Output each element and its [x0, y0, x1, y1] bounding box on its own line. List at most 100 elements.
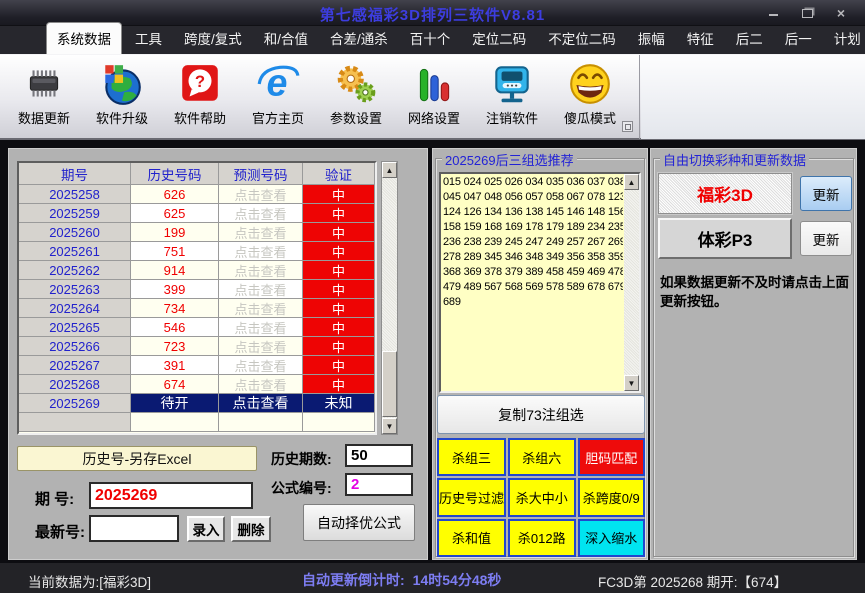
fc3d-update-button[interactable]: 更新	[800, 176, 852, 211]
predict-cell[interactable]: 点击查看	[219, 356, 303, 375]
table-row: 2025263 399 点击查看中	[19, 280, 375, 299]
scroll-up-icon[interactable]: ▲	[624, 174, 639, 190]
formula-number-input[interactable]: 2	[345, 473, 413, 496]
tab-8[interactable]: 振幅	[627, 23, 676, 54]
scroll-thumb[interactable]	[382, 351, 397, 417]
fc3d-button[interactable]: 福彩3D	[657, 172, 793, 215]
history-count-input[interactable]: 50	[345, 444, 413, 467]
countdown-value: 14时54分48秒	[412, 572, 502, 588]
empty-cell	[131, 413, 219, 432]
table-row: 2025267 391 点击查看中	[19, 356, 375, 375]
kill-span-button[interactable]: 杀跨度0/9	[577, 478, 645, 517]
predict-cell[interactable]: 点击查看	[219, 242, 303, 261]
history-panel: 期号 历史号码 预测号码 验证 2025258 626 点击查看中 2025259 625 点击查…	[8, 148, 428, 560]
kill-sum-button[interactable]: 杀和值	[437, 518, 507, 557]
column-header: 预测号码	[219, 163, 303, 185]
toolbar-button-label: 数据更新	[17, 111, 70, 126]
period-cell: 2025258	[19, 185, 131, 204]
verify-cell: 中	[303, 337, 375, 356]
verify-cell: 未知	[303, 394, 375, 413]
kill-size-button[interactable]: 杀大中小	[508, 478, 576, 517]
latest-number-input[interactable]	[89, 515, 179, 542]
kill-group3-button[interactable]: 杀组三	[437, 438, 507, 477]
textarea-scrollbar[interactable]: ▲ ▼	[624, 174, 639, 391]
toolbar-button-logout-software[interactable]: 注销软件	[476, 61, 548, 127]
predict-cell[interactable]: 点击查看	[219, 318, 303, 337]
scroll-up-icon[interactable]: ▲	[382, 162, 397, 178]
kill-012-button[interactable]: 杀012路	[508, 518, 576, 557]
tab-1[interactable]: 工具	[124, 23, 173, 54]
period-cell: 2025259	[19, 204, 131, 223]
copy-groups-button[interactable]: 复制73注组选	[437, 395, 645, 434]
history-number-cell: 751	[131, 242, 219, 261]
toolbar-button-network-settings[interactable]: 网络设置	[398, 61, 470, 127]
table-row: 2025259 625 点击查看中	[19, 204, 375, 223]
tab-6[interactable]: 定位二码	[461, 23, 537, 54]
dan-match-button[interactable]: 胆码匹配	[577, 438, 645, 477]
toolbar-button-software-help[interactable]: ? 软件帮助	[164, 61, 236, 127]
recommend-textarea[interactable]: 015 024 025 026 034 035 036 037 038 045 …	[439, 172, 641, 393]
smiley-icon	[567, 61, 613, 107]
tab-10[interactable]: 后二	[725, 23, 774, 54]
tab-4[interactable]: 合差/通杀	[319, 23, 399, 54]
toolbar-button-official-home[interactable]: e 官方主页	[242, 61, 314, 127]
auto-formula-button[interactable]: 自动择优公式	[303, 504, 415, 541]
tab-12[interactable]: 计划	[823, 23, 865, 54]
tab-3[interactable]: 和/合值	[253, 23, 319, 54]
p3-button[interactable]: 体彩P3	[658, 218, 792, 259]
recommend-numbers: 015 024 025 026 034 035 036 037 038 045 …	[443, 176, 623, 308]
toolbar-extra-area	[641, 55, 865, 139]
status-bar: 当前数据为:[福彩3D] 自动更新倒计时: 14时54分48秒 FC3D第 202…	[0, 563, 865, 593]
table-row: 2025264 734 点击查看中	[19, 299, 375, 318]
verify-cell: 中	[303, 223, 375, 242]
empty-cell	[219, 413, 303, 432]
ie-browser-icon: e	[255, 61, 301, 107]
toolbar-button-param-settings[interactable]: 参数设置	[320, 61, 392, 127]
predict-cell[interactable]: 点击查看	[219, 223, 303, 242]
period-input[interactable]: 2025269	[89, 482, 253, 509]
table-scrollbar[interactable]: ▲ ▼	[381, 161, 398, 435]
scroll-down-icon[interactable]: ▼	[624, 375, 639, 391]
export-excel-button[interactable]: 历史号-另存Excel	[17, 446, 257, 471]
p3-update-button[interactable]: 更新	[800, 221, 852, 256]
table-row: 2025265 546 点击查看中	[19, 318, 375, 337]
delete-button[interactable]: 删除	[231, 516, 271, 542]
tab-2[interactable]: 跨度/复式	[173, 23, 253, 54]
table-row-empty	[19, 413, 375, 432]
kill-group6-button[interactable]: 杀组六	[508, 438, 576, 477]
toolbar-button-software-upgrade[interactable]: 软件升级	[86, 61, 158, 127]
enter-button[interactable]: 录入	[187, 516, 225, 542]
predict-cell[interactable]: 点击查看	[219, 299, 303, 318]
close-icon[interactable]: ×	[831, 5, 851, 21]
tab-9[interactable]: 特征	[676, 23, 725, 54]
tab-0[interactable]: 系统数据	[46, 22, 122, 54]
predict-cell[interactable]: 点击查看	[219, 337, 303, 356]
tab-5[interactable]: 百十个	[399, 23, 462, 54]
predict-cell[interactable]: 点击查看	[219, 204, 303, 223]
toolbar-button-fool-mode[interactable]: 傻瓜模式	[554, 61, 626, 127]
predict-cell[interactable]: 点击查看	[219, 375, 303, 394]
history-count-label: 历史期数:	[271, 451, 332, 467]
scroll-down-icon[interactable]: ▼	[382, 418, 397, 434]
app-window: 第七感福彩3D排列三软件V8.81 × 系统数据 工具 跨度/复式 和/合值 合差/通杀…	[0, 0, 865, 593]
bars-icon	[411, 61, 457, 107]
toolbar-button-data-update[interactable]: 数据更新	[8, 61, 80, 127]
restore-icon[interactable]	[797, 5, 817, 21]
toolbar-launcher-icon[interactable]	[622, 121, 633, 132]
predict-cell[interactable]: 点击查看	[219, 261, 303, 280]
column-header: 期号	[19, 163, 131, 185]
help-bubble-icon: ?	[177, 61, 223, 107]
tab-7[interactable]: 不定位二码	[537, 23, 627, 54]
history-filter-button[interactable]: 历史号过滤	[437, 478, 507, 517]
period-cell: 2025266	[19, 337, 131, 356]
minimize-icon[interactable]	[763, 5, 783, 21]
column-header: 历史号码	[131, 163, 219, 185]
gears-icon	[333, 61, 379, 107]
period-cell: 2025263	[19, 280, 131, 299]
predict-cell[interactable]: 点击查看	[219, 185, 303, 204]
deep-shrink-button[interactable]: 深入缩水	[577, 518, 645, 557]
predict-cell[interactable]: 点击查看	[219, 280, 303, 299]
predict-cell[interactable]: 点击查看	[219, 394, 303, 413]
empty-cell	[303, 413, 375, 432]
tab-11[interactable]: 后一	[774, 23, 823, 54]
